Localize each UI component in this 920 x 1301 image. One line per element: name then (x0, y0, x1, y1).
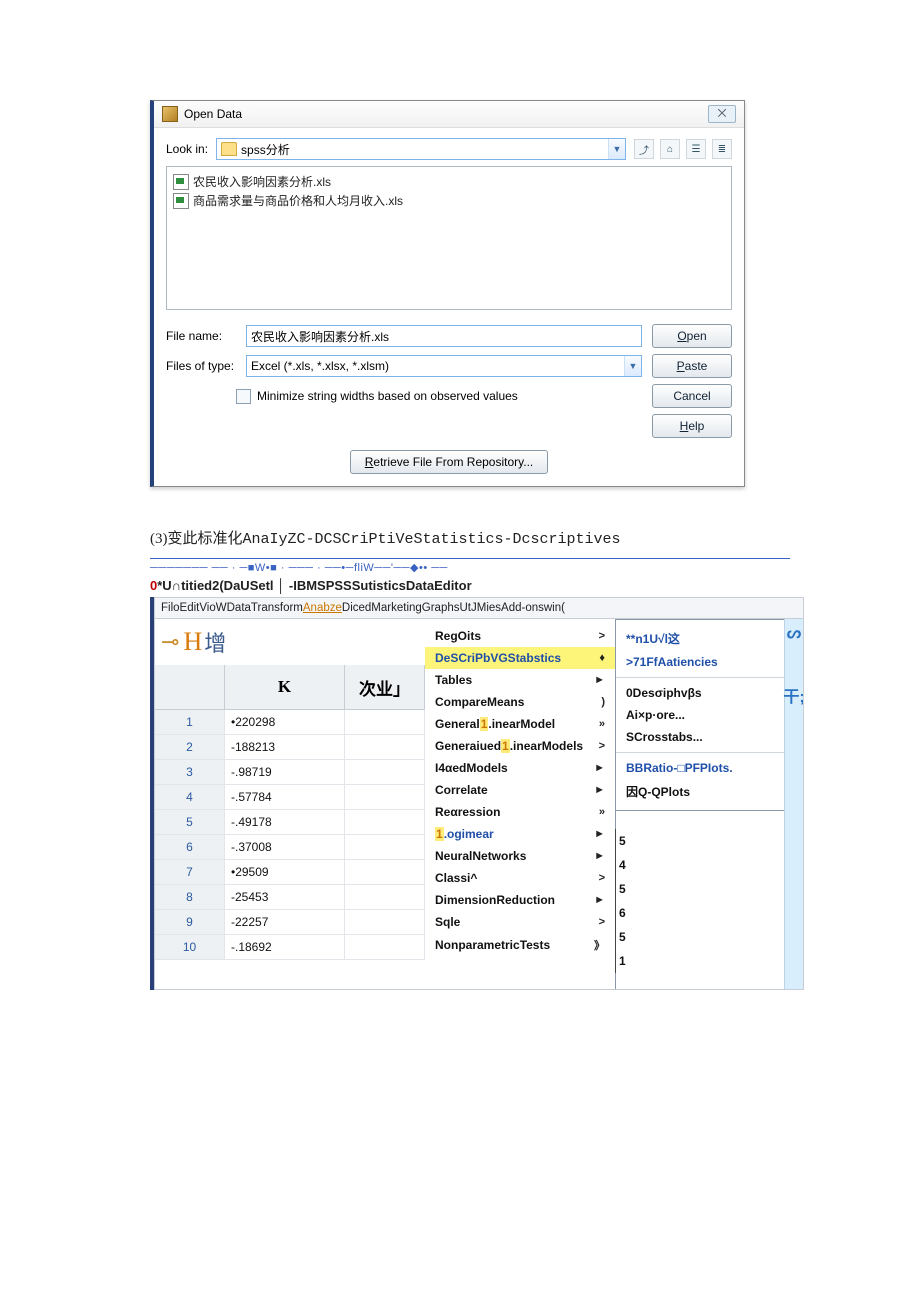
table-row[interactable]: 5-.49178 (155, 810, 425, 835)
filetype-label: Files of type: (166, 359, 236, 373)
toolbar-hanzi: 增 (204, 626, 226, 658)
menu-item[interactable]: DeSCriPbVGStabstics♦ (425, 647, 615, 669)
menu-item[interactable]: NonparametricTests》 (425, 933, 615, 957)
filetype-combo[interactable]: Excel (*.xls, *.xlsx, *.xlsm) ▼ (246, 355, 642, 377)
spss-window-title: 0*U∩titied2(DaUSetl │ -IBMSPSSSutisticsD… (150, 578, 900, 593)
table-row[interactable]: 4-.57784 (155, 785, 425, 810)
separator (150, 558, 790, 559)
descriptive-submenu[interactable]: **n1U√l这 >71FfAatiencies 0Desσiphvβs Ai×… (615, 619, 787, 811)
xls-icon (173, 193, 189, 209)
table-row[interactable]: 7•29509 (155, 860, 425, 885)
submenu-item[interactable]: Ai×p·ore... (616, 704, 786, 726)
menu-item[interactable]: Reαression» (425, 801, 615, 823)
file-item[interactable]: 商品需求量与商品价格和人均月收入.xls (173, 192, 725, 209)
filename-input[interactable]: 农民收入影响因素分析.xls (246, 325, 642, 347)
up-folder-icon[interactable]: ⤴ (634, 139, 654, 159)
menu-item[interactable]: CompareMeans) (425, 691, 615, 713)
chevron-down-icon[interactable]: ▼ (624, 356, 641, 376)
cancel-button[interactable]: Cancel (652, 384, 732, 408)
submenu-head: **n1U√l这 (616, 626, 786, 651)
table-row[interactable]: 2-188213 (155, 735, 425, 760)
lookin-label: Look in: (166, 142, 208, 156)
table-row[interactable]: 9-22257 (155, 910, 425, 935)
table-row[interactable]: 3-.98719 (155, 760, 425, 785)
submenu-item[interactable]: BBRatio-□PFPIots. (616, 757, 786, 779)
col-header-k: K (225, 665, 345, 709)
menu-item[interactable]: Sqle> (425, 911, 615, 933)
menu-item[interactable]: Correlate► (425, 779, 615, 801)
spss-window: FiloEditVioWDataTransformAnabzeDicedMark… (150, 597, 804, 990)
lookin-value: spss分析 (241, 141, 290, 158)
submenu-item[interactable]: 0Desσiphvβs (616, 682, 786, 704)
minimize-checkbox[interactable] (236, 389, 251, 404)
close-button[interactable]: ⨉ (708, 105, 736, 123)
menu-item[interactable]: Generaiued1.inearModels> (425, 735, 615, 757)
list-view-icon[interactable]: ☰ (686, 139, 706, 159)
lookin-combo[interactable]: spss分析 ▼ (216, 138, 626, 160)
retrieve-button[interactable]: Retrieve File From Repository... (350, 450, 549, 474)
spss-menubar[interactable]: FiloEditVioWDataTransformAnabzeDicedMark… (154, 597, 804, 618)
filename-label: File name: (166, 329, 236, 343)
dialog-titlebar: Open Data ⨉ (154, 101, 744, 128)
menu-item[interactable]: 1.ogimear► (425, 823, 615, 845)
right-strip: ᔕ 干; (784, 619, 803, 989)
caption-text: (3)变此标准化AnaIyZC-DCSCriPtiVeStatistics-Dc… (150, 527, 900, 548)
chevron-down-icon[interactable]: ▼ (608, 139, 625, 159)
table-row[interactable]: 10-.18692 (155, 935, 425, 960)
menu-item[interactable]: RegOits> (425, 625, 615, 647)
menu-item[interactable]: I4αedModels► (425, 757, 615, 779)
submenu-item[interactable]: >71FfAatiencies (616, 651, 786, 673)
key-icon: ⊸ (161, 629, 179, 655)
table-row[interactable]: 1•220298 (155, 710, 425, 735)
home-icon[interactable]: ⌂ (660, 139, 680, 159)
menu-item[interactable]: Tables► (425, 669, 615, 691)
help-button[interactable]: Help (652, 414, 732, 438)
submenu-item[interactable]: 因Q-QPlots (616, 779, 786, 804)
analyze-menu[interactable]: RegOits>DeSCriPbVGStabstics♦Tables►Compa… (425, 619, 616, 989)
file-list[interactable]: 农民收入影响因素分析.xls 商品需求量与商品价格和人均月收入.xls (166, 166, 732, 310)
menu-item[interactable]: DimensionReduction► (425, 889, 615, 911)
app-icon (162, 106, 178, 122)
table-row[interactable]: 6-.37008 (155, 835, 425, 860)
dialog-toolbar: ⤴ ⌂ ☰ ≣ (634, 139, 732, 159)
menu-item[interactable]: General1.inearModel» (425, 713, 615, 735)
paste-button[interactable]: Paste (652, 354, 732, 378)
decorative-line: ─────── ── · ─■W•■ · ─── · ──•─fliW──'──… (150, 561, 900, 574)
open-button[interactable]: Open (652, 324, 732, 348)
data-grid: K 次业」 1•2202982-1882133-.987194-.577845-… (155, 665, 426, 989)
file-item[interactable]: 农民收入影响因素分析.xls (173, 173, 725, 190)
submenu-item[interactable]: SCrosstabs... (616, 726, 786, 748)
menu-item[interactable]: NeuralNetworks► (425, 845, 615, 867)
toolbar-h-glyph: H (183, 627, 202, 657)
col-header-2: 次业」 (345, 665, 425, 709)
folder-icon (221, 142, 237, 156)
side-numbers: 545651 (615, 829, 635, 973)
xls-icon (173, 174, 189, 190)
dialog-title-text: Open Data (184, 107, 242, 121)
detail-view-icon[interactable]: ≣ (712, 139, 732, 159)
table-row[interactable]: 8-25453 (155, 885, 425, 910)
minimize-label: Minimize string widths based on observed… (257, 389, 518, 403)
menu-item[interactable]: Classi^> (425, 867, 615, 889)
open-data-dialog: Open Data ⨉ Look in: spss分析 ▼ ⤴ ⌂ ☰ ≣ 农民… (150, 100, 745, 487)
